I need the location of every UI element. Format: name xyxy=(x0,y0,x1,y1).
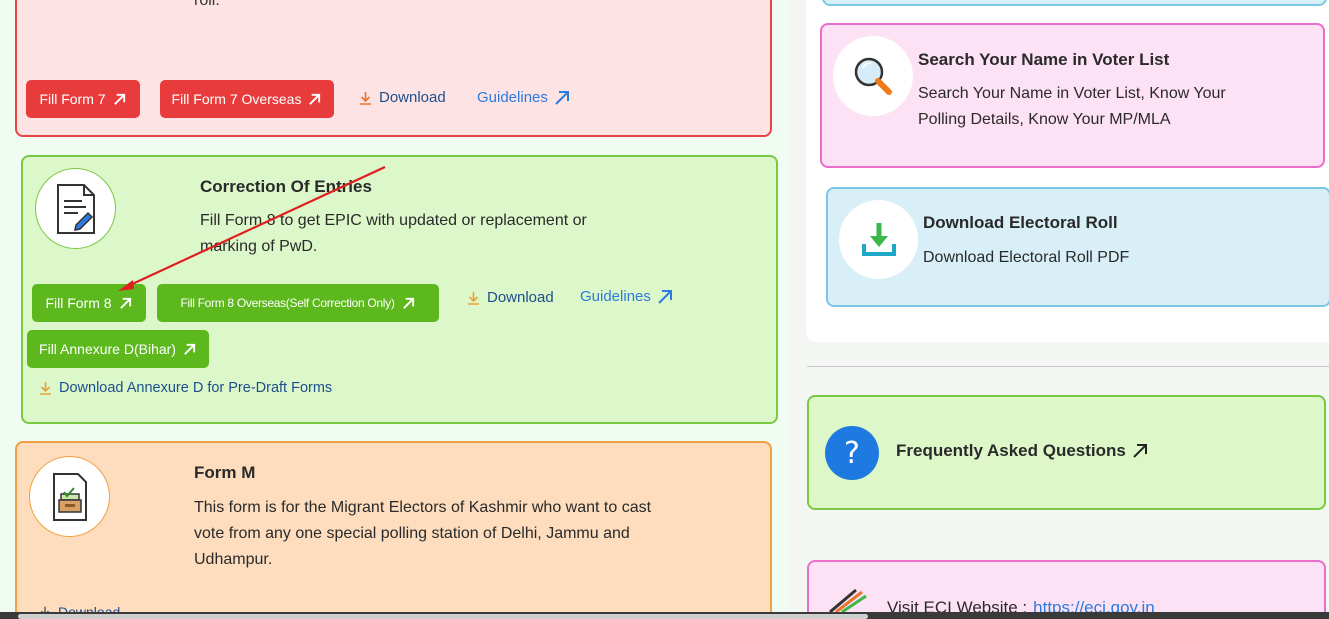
faq-link[interactable]: Frequently Asked Questions xyxy=(896,441,1148,461)
search-icon-circle xyxy=(833,36,913,116)
search-card-title: Search Your Name in Voter List xyxy=(918,50,1170,69)
faq-label: Frequently Asked Questions xyxy=(896,441,1126,460)
scrollbar-thumb[interactable] xyxy=(18,614,868,619)
section-divider xyxy=(807,366,1329,367)
previous-service-card[interactable] xyxy=(822,0,1327,6)
search-card-description: Search Your Name in Voter List, Know You… xyxy=(918,85,1226,128)
eci-logo-icon xyxy=(829,588,867,614)
question-icon: ? xyxy=(825,426,879,480)
download-tray-icon xyxy=(861,222,896,256)
annotation-arrow xyxy=(118,166,386,291)
electoral-roll-card-description: Download Electoral Roll PDF xyxy=(923,249,1130,266)
electoral-roll-card-title: Download Electoral Roll xyxy=(923,213,1118,232)
magnifier-icon xyxy=(854,57,892,95)
arrow-up-right-icon xyxy=(1133,444,1147,458)
electoral-roll-icon-circle xyxy=(839,200,918,279)
